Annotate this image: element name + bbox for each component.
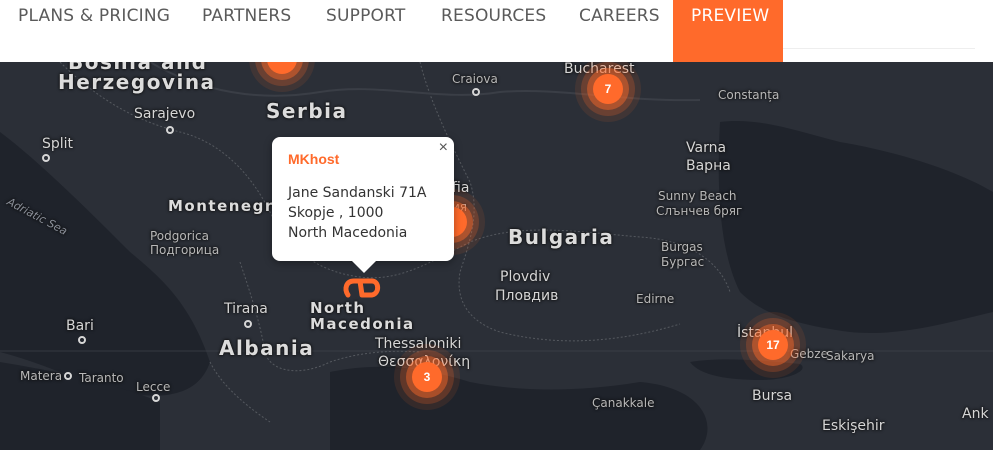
map-canvas[interactable]: Bosnia and Herzegovina Serbia Montenegro… — [0, 62, 993, 450]
popup-address-street: Jane Sandanski 71A — [288, 185, 427, 201]
nav-divider — [783, 48, 975, 49]
popup-address-country: North Macedonia — [288, 225, 408, 241]
label-burgas: Burgas — [661, 240, 703, 254]
label-plovdiv: Plovdiv — [500, 269, 551, 285]
nav-partners[interactable]: PARTNERS — [202, 0, 291, 62]
cluster-marker-thessaloniki[interactable]: 3 — [412, 362, 442, 392]
label-north-macedonia: North Macedonia — [310, 299, 415, 333]
label-sarajevo: Sarajevo — [134, 106, 196, 122]
label-tirana: Tirana — [224, 301, 268, 317]
city-dot-matera — [64, 372, 72, 380]
label-bulgaria: Bulgaria — [508, 225, 615, 249]
city-dot-sarajevo — [166, 126, 174, 134]
city-dot-lecce — [152, 394, 160, 402]
label-varna-cyr: Варна — [686, 158, 731, 174]
location-info-popup: × MKhost Jane Sandanski 71A Skopje , 100… — [272, 137, 454, 273]
popup-title: MKhost — [288, 151, 340, 167]
nav-resources[interactable]: RESOURCES — [441, 0, 546, 62]
label-bucharest: Bucharest — [564, 62, 635, 77]
label-gebze: Gebze — [790, 347, 828, 361]
label-ankara-partial: Ank — [962, 406, 989, 422]
label-canakkale: Çanakkale — [592, 396, 655, 410]
label-varna: Varna — [686, 140, 727, 156]
nav-support[interactable]: SUPPORT — [326, 0, 405, 62]
label-sofia-partial: fia — [452, 180, 470, 196]
cluster-marker-istanbul[interactable]: 17 — [758, 330, 788, 360]
top-navigation: PLANS & PRICING PARTNERS SUPPORT RESOURC… — [0, 0, 993, 62]
city-dot-tirana — [244, 320, 252, 328]
city-dot-bari — [78, 336, 86, 344]
label-bosnia-line2: Herzegovina — [58, 70, 216, 94]
label-craiova: Craiova — [452, 72, 498, 86]
label-bursa: Bursa — [752, 388, 793, 404]
nav-careers[interactable]: CAREERS — [579, 0, 660, 62]
label-podgorica-cyr: Подгорица — [150, 243, 220, 257]
label-constanta: Constanța — [718, 88, 780, 102]
city-dot-split — [42, 154, 50, 162]
label-taranto: Taranto — [79, 371, 124, 385]
label-podgorica: Podgorica — [150, 229, 209, 243]
city-dot-craiova — [472, 88, 480, 96]
label-montenegro: Montenegro — [168, 197, 286, 215]
popup-address-city: Skopje , 1000 — [288, 205, 384, 221]
nav-plans-pricing[interactable]: PLANS & PRICING — [18, 0, 170, 62]
label-lecce: Lecce — [136, 380, 171, 394]
label-eskisehir: Eskişehir — [822, 418, 885, 434]
nav-preview[interactable]: PREVIEW — [673, 0, 783, 62]
label-burgas-cyr: Бургас — [661, 255, 705, 269]
label-edirne: Edirne — [636, 292, 675, 306]
label-albania: Albania — [219, 336, 315, 360]
close-icon[interactable]: × — [439, 139, 448, 157]
location-marker-icon[interactable] — [342, 275, 382, 301]
label-plovdiv-cyr: Пловдив — [495, 288, 559, 304]
label-split: Split — [42, 136, 74, 152]
label-sunny-beach: Sunny Beach — [658, 189, 737, 203]
label-thessaloniki: Thessaloniki — [375, 336, 462, 352]
label-serbia: Serbia — [266, 99, 348, 123]
label-bari: Bari — [66, 318, 94, 334]
cluster-marker-bucharest[interactable]: 7 — [593, 74, 623, 104]
label-sakarya: Sakarya — [826, 349, 875, 363]
label-matera: Matera — [20, 369, 63, 383]
label-sunny-beach-cyr: Слънчев бряг — [656, 204, 743, 218]
